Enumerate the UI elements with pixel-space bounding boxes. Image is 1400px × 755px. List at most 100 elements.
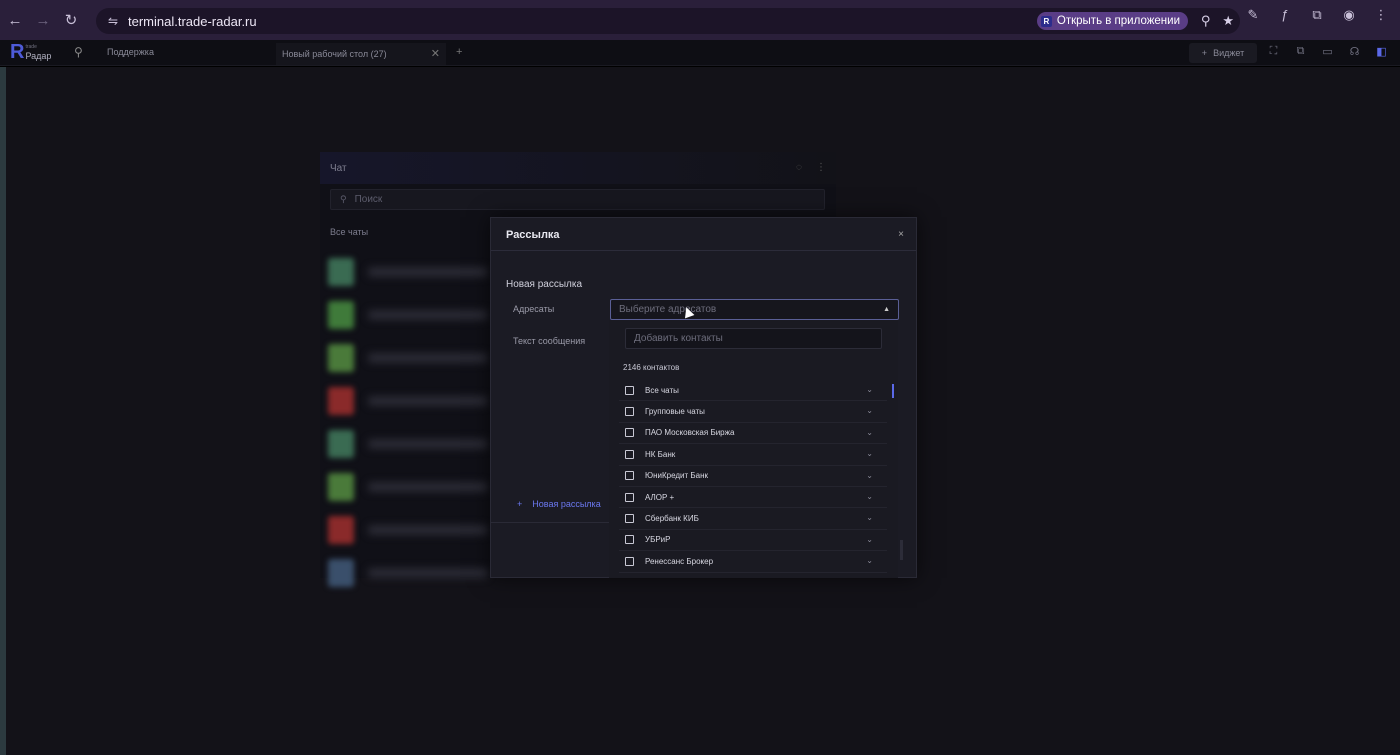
close-icon[interactable]: × (898, 229, 904, 240)
chevron-down-icon[interactable]: ⌄ (866, 556, 873, 565)
checkbox[interactable] (625, 514, 634, 524)
chat-search-input[interactable]: ⚲ Поиск (330, 189, 825, 210)
blurred-chat-preview (368, 266, 488, 277)
reload-icon[interactable]: ↻ (58, 7, 84, 33)
chat-list-item[interactable] (328, 551, 498, 594)
avatar (328, 386, 354, 415)
contact-group-item[interactable]: НК Банк ⌄ (619, 444, 887, 466)
contact-group-label: ЮниКредит Банк (645, 471, 708, 481)
open-in-app-button[interactable]: R Открыть в приложении (1036, 12, 1188, 30)
workspace-tab[interactable]: Новый рабочий стол (27) ✕ (276, 43, 446, 65)
blurred-chat-preview (368, 352, 488, 363)
contact-group-item[interactable]: Ренессанс Брокер ⌄ (619, 551, 887, 573)
avatar (328, 472, 354, 501)
url-text[interactable]: terminal.trade-radar.ru (128, 14, 257, 29)
chevron-down-icon[interactable]: ⌄ (866, 406, 873, 415)
forward-icon[interactable]: → (30, 7, 56, 33)
zoom-icon[interactable]: ⚲ (1201, 13, 1211, 29)
new-mailing-label: Новая рассылка (532, 499, 601, 509)
add-widget-button[interactable]: + Виджет (1189, 43, 1257, 63)
checkbox[interactable] (625, 535, 634, 545)
blurred-chat-preview (368, 524, 488, 535)
contacts-count: 2146 контактов (623, 363, 680, 372)
contact-group-item[interactable]: Групповые чаты ⌄ (619, 401, 887, 423)
checkbox[interactable] (625, 492, 634, 502)
contact-group-item[interactable]: УБРиР ⌄ (619, 530, 887, 552)
more-icon[interactable]: ⋮ (816, 162, 826, 173)
chat-list-item[interactable] (328, 508, 498, 551)
account-icon[interactable]: ◧ (1374, 45, 1389, 58)
chat-header: Чат ◌ ⋮ (320, 152, 836, 184)
contact-group-item[interactable]: ЮниКредит Банк ⌄ (619, 466, 887, 487)
chat-filter-all[interactable]: Все чаты (330, 227, 368, 237)
checkbox[interactable] (625, 407, 634, 417)
chevron-down-icon[interactable]: ⌄ (866, 449, 873, 458)
hide-icon[interactable]: ◌ (796, 162, 802, 173)
chevron-down-icon[interactable]: ⌄ (866, 471, 873, 480)
contact-group-label: Групповые чаты (645, 407, 705, 417)
chat-list-item[interactable] (328, 250, 498, 293)
chevron-down-icon[interactable]: ⌄ (866, 535, 873, 544)
chat-search-placeholder: Поиск (354, 194, 383, 205)
modal-title: Рассылка (506, 229, 560, 241)
profile-icon[interactable]: ◉ (1340, 7, 1358, 23)
contact-group-item[interactable]: ПАО Московская Биржа ⌄ (619, 423, 887, 445)
contacts-list: Все чаты ⌄ Групповые чаты ⌄ ПАО Московская Б… (619, 380, 887, 573)
contact-group-label: ПАО Московская Биржа (645, 428, 735, 438)
fullscreen-icon[interactable]: ⛶ (1266, 45, 1281, 58)
chat-list-item[interactable] (328, 336, 498, 379)
checkbox[interactable] (625, 471, 634, 481)
chat-list-item[interactable] (328, 293, 498, 336)
headset-icon[interactable]: ☊ (1347, 45, 1362, 58)
chat-list-item[interactable] (328, 379, 498, 422)
checkbox[interactable] (625, 385, 634, 395)
modal-footer-button-edge (900, 540, 903, 560)
add-contacts-placeholder: Добавить контакты (634, 333, 723, 344)
checkbox[interactable] (625, 428, 634, 438)
search-icon[interactable]: ⚲ (74, 45, 83, 59)
radar-logo[interactable]: R trade Радар (10, 42, 51, 62)
chat-icon[interactable]: ▭ (1320, 45, 1335, 58)
avatar (328, 257, 354, 286)
chevron-down-icon[interactable]: ⌄ (866, 385, 873, 394)
browser-toolbar: ← → ↻ ⇋ terminal.trade-radar.ru R Открыт… (0, 0, 1400, 40)
add-tab-button[interactable]: + (456, 46, 462, 58)
chat-list-item[interactable] (328, 422, 498, 465)
windows-icon[interactable]: ⧉ (1293, 45, 1308, 58)
checkbox[interactable] (625, 556, 634, 566)
extensions-icon[interactable]: ⧉ (1308, 7, 1326, 23)
bookmark-star-icon[interactable]: ★ (1222, 13, 1234, 29)
scrollbar[interactable] (892, 384, 894, 398)
contact-group-label: АЛОР + (645, 492, 675, 502)
close-icon[interactable]: ✕ (431, 47, 440, 60)
chat-title: Чат (330, 162, 347, 174)
contact-group-item[interactable]: Сбербанк КИБ ⌄ (619, 508, 887, 530)
search-icon: ⚲ (340, 194, 347, 204)
contact-group-item[interactable]: АЛОР + ⌄ (619, 487, 887, 509)
app-header: R trade Радар ⚲ Поддержка Новый рабочий с… (0, 40, 1400, 66)
divider (491, 522, 611, 523)
contact-group-label: Все чаты (645, 385, 679, 395)
section-title: Новая рассылка (506, 279, 583, 290)
chevron-down-icon[interactable]: ⌄ (866, 428, 873, 437)
blurred-chat-preview (368, 395, 488, 406)
add-contacts-input[interactable]: Добавить контакты (625, 328, 882, 349)
chevron-down-icon[interactable]: ⌄ (866, 492, 873, 501)
recipients-label: Адресаты (513, 304, 555, 314)
checkbox[interactable] (625, 449, 634, 459)
blurred-chat-preview (368, 567, 488, 578)
support-link[interactable]: Поддержка (107, 47, 154, 57)
chat-list-item[interactable] (328, 465, 498, 508)
address-bar[interactable]: ⇋ terminal.trade-radar.ru R Открыть в пр… (96, 8, 1240, 34)
pen-icon[interactable]: ✎ (1244, 7, 1262, 23)
back-icon[interactable]: ← (2, 7, 28, 33)
recipients-dropdown: Добавить контакты 2146 контактов Все чат… (609, 320, 898, 578)
chevron-down-icon[interactable]: ⌄ (866, 513, 873, 522)
contact-group-item[interactable]: Все чаты ⌄ (619, 380, 887, 402)
new-mailing-button[interactable]: + Новая рассылка (517, 499, 601, 509)
avatar (328, 343, 354, 372)
site-info-icon[interactable]: ⇋ (102, 14, 124, 28)
browser-menu-icon[interactable]: ⋮ (1372, 7, 1390, 23)
function-icon[interactable]: ƒ (1276, 7, 1294, 23)
recipients-select[interactable]: Выберите адресатов ▲ (610, 299, 899, 320)
